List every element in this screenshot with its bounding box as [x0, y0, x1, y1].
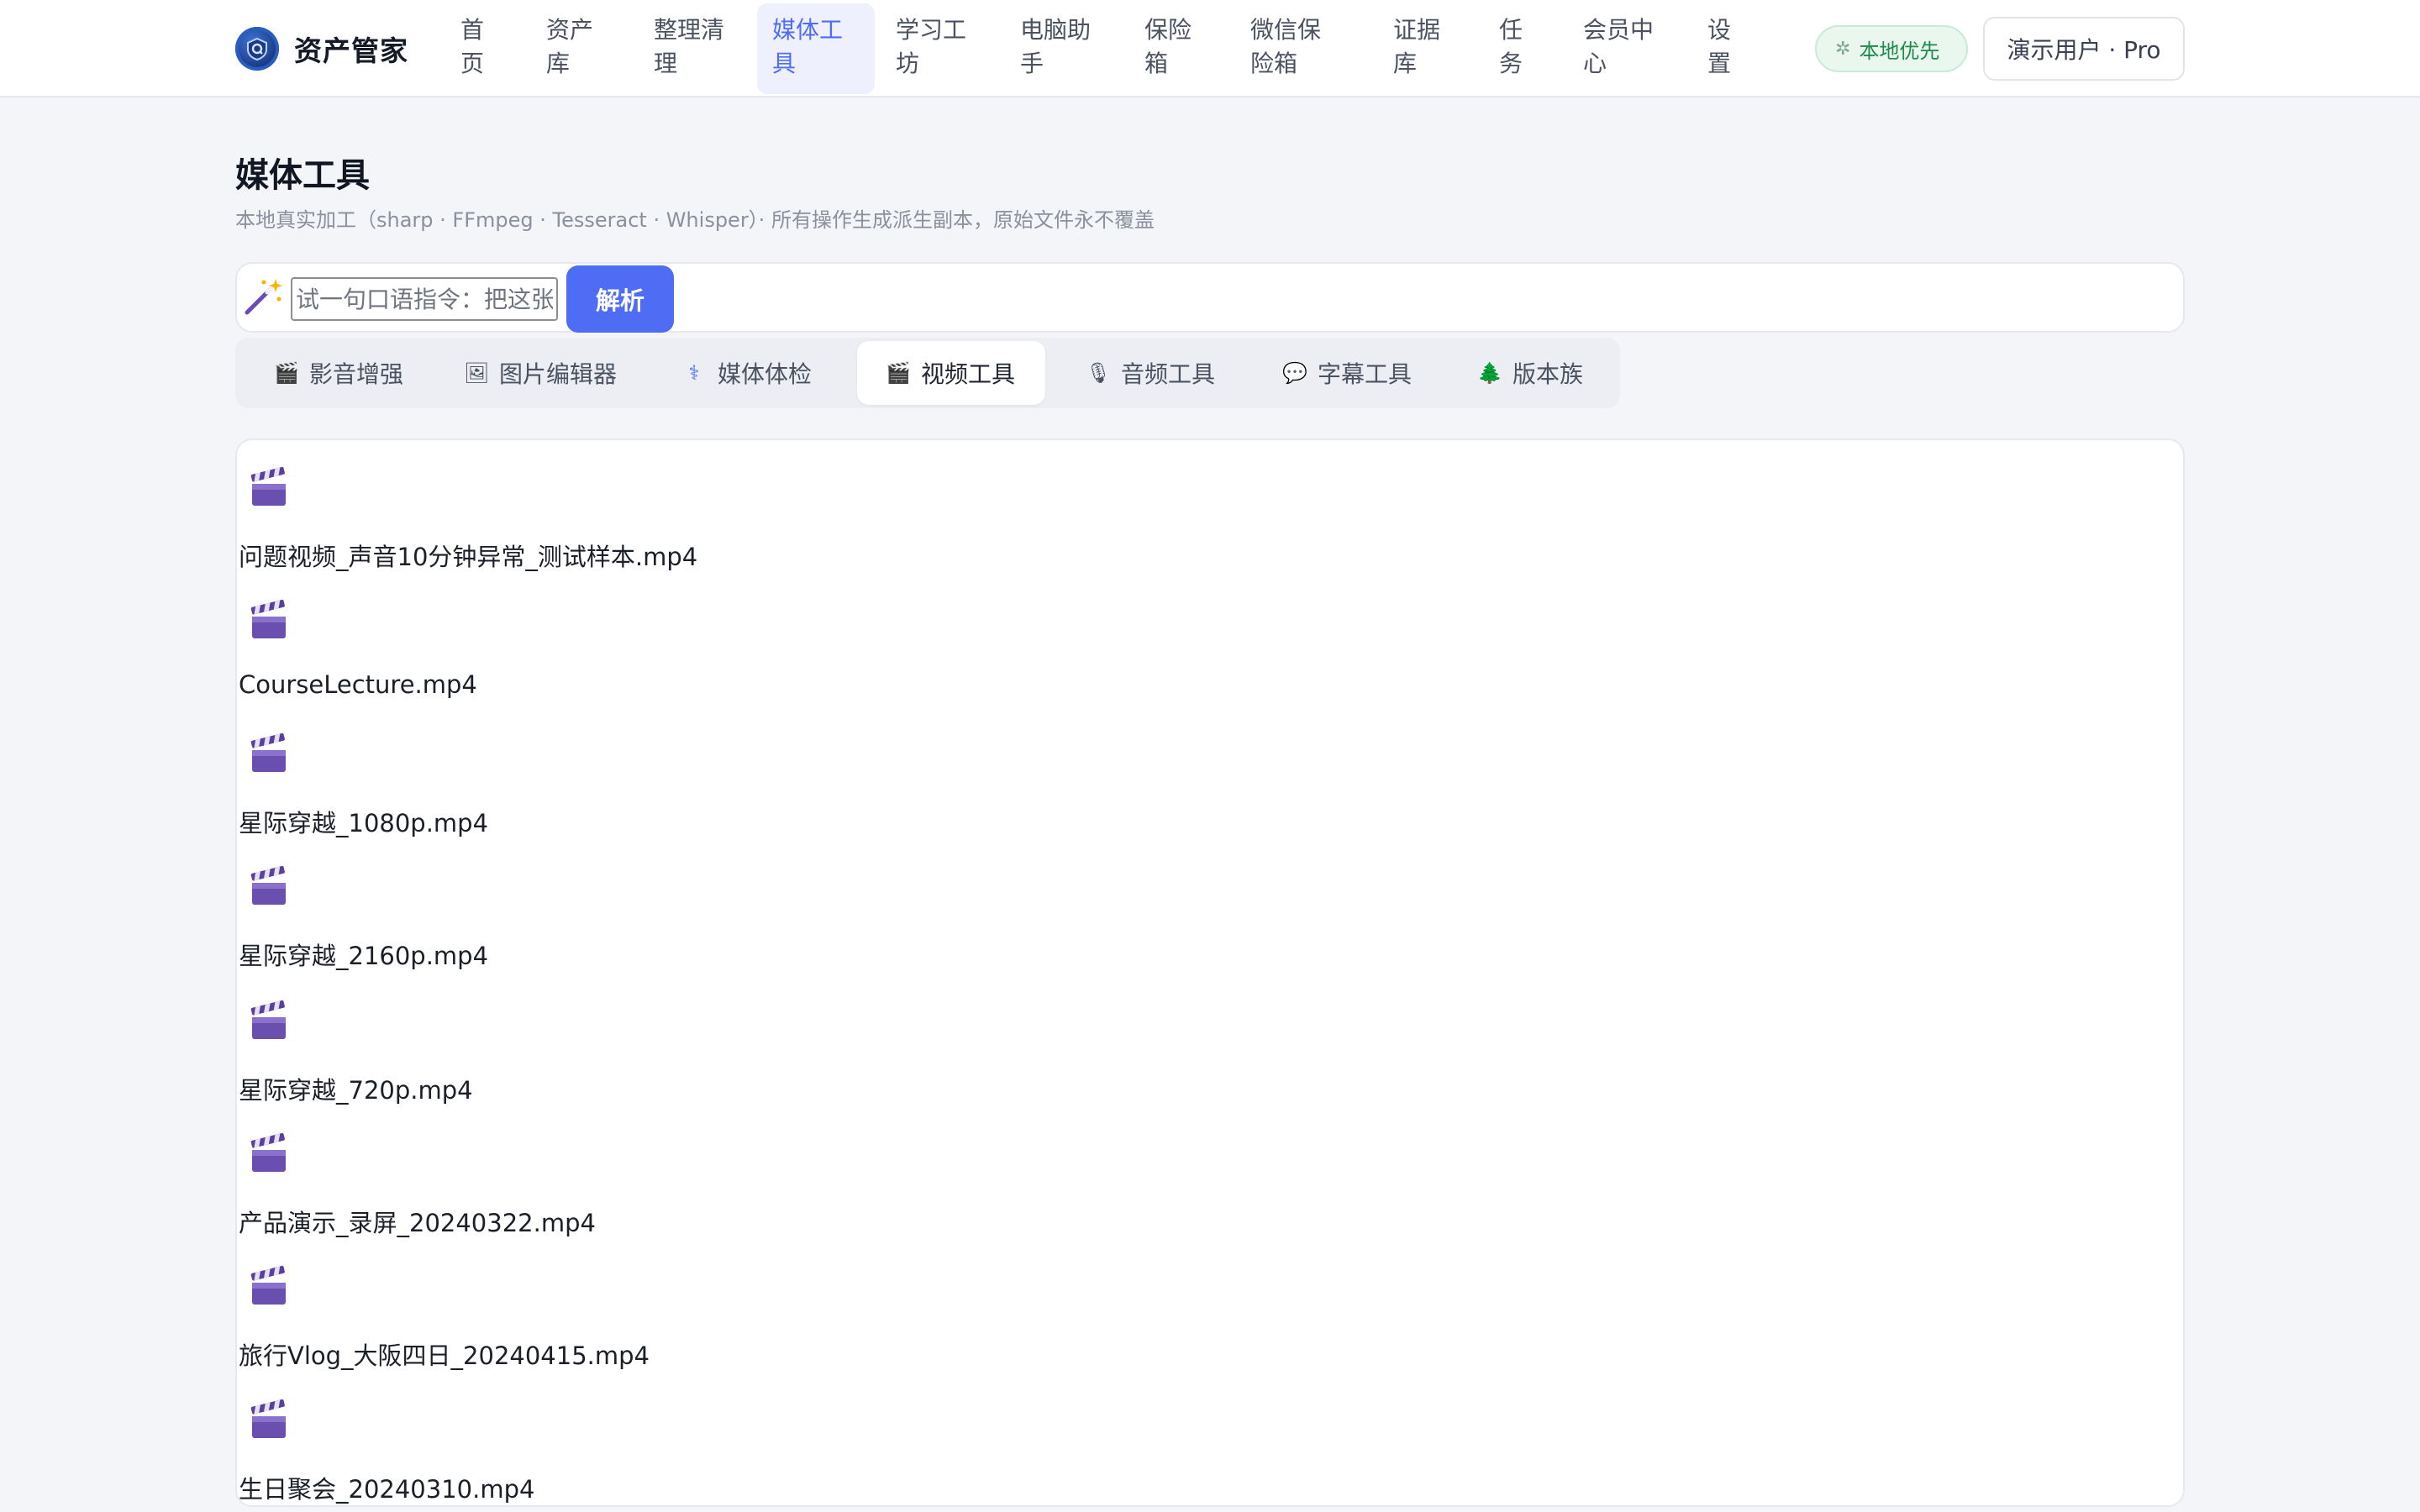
file-item[interactable]: 问题视频_声音10分钟异常_测试样本.mp4 — [237, 440, 1077, 573]
file-item[interactable]: 星际穿越_1080p.mp4 — [237, 706, 1077, 839]
file-name: 星际穿越_720p.mp4 — [239, 1076, 473, 1105]
file-name: 旅行Vlog_大阪四日_20240415.mp4 — [239, 1341, 650, 1370]
local-first-badge: ✲ 本地优先 — [1815, 25, 1968, 72]
nav-item-label: 资产 — [546, 16, 594, 44]
clapperboard-icon — [250, 599, 286, 638]
tab-label: 图片编辑器 — [499, 360, 618, 388]
tab-label: 影音增强 — [309, 360, 404, 388]
nav-item-label: 学习工 — [896, 16, 967, 44]
file-name: 星际穿越_2160p.mp4 — [239, 942, 489, 970]
clapperboard-icon — [250, 732, 286, 772]
magic-wand-icon — [245, 279, 282, 315]
command-bar: 解析 — [235, 262, 2185, 333]
nav-item-label: 务 — [1499, 50, 1523, 77]
tab-label: 版本族 — [1512, 360, 1584, 388]
clapperboard-icon — [250, 1399, 286, 1438]
gear-icon: ✲ — [1835, 38, 1851, 60]
brand[interactable]: 资产管家 — [235, 25, 408, 72]
nav-item-wechat-vault[interactable]: 微信保 险箱 — [1235, 3, 1336, 94]
picture-icon: 🖼 — [464, 361, 490, 385]
nav-item-pc-assistant[interactable]: 电脑助 手 — [1005, 3, 1106, 94]
stethoscope-icon: ⚕ — [688, 361, 700, 385]
file-name: 星际穿越_1080p.mp4 — [239, 809, 489, 837]
tab-video-tools[interactable]: 🎬 视频工具 — [857, 341, 1045, 405]
clapperboard-icon — [250, 1265, 286, 1305]
clapper-icon: 🎬 — [886, 361, 911, 385]
tab-label: 音频工具 — [1121, 360, 1216, 388]
top-navigation-bar: 资产管家 首 页 资产 库 整理清 理 媒体工 具 学习工 坊 电脑助 手 保险… — [0, 0, 2420, 97]
nav-item-vault[interactable]: 保险 箱 — [1129, 3, 1205, 94]
tab-label: 媒体体检 — [718, 360, 813, 388]
file-item[interactable]: 星际穿越_2160p.mp4 — [237, 839, 1077, 972]
nav-item-label: 设 — [1707, 16, 1732, 44]
file-name: CourseLecture.mp4 — [239, 670, 477, 699]
tab-label: 视频工具 — [921, 360, 1016, 388]
nav-item-evidence[interactable]: 证据 库 — [1378, 3, 1454, 94]
tab-av-enhance[interactable]: 🎬 影音增强 — [255, 341, 407, 405]
nav-item-asset-library[interactable]: 资产 库 — [531, 3, 605, 94]
file-name: 生日聚会_20240310.mp4 — [239, 1475, 535, 1504]
nav-item-label: 置 — [1707, 50, 1732, 77]
file-name: 产品演示_录屏_20240322.mp4 — [239, 1209, 596, 1237]
file-item[interactable]: 旅行Vlog_大阪四日_20240415.mp4 — [237, 1239, 1077, 1372]
nav-item-label: 保险 — [1144, 16, 1192, 44]
page-subtitle: 本地真实加工（sharp · FFmpeg · Tesseract · Whis… — [235, 208, 1155, 232]
nav-item-organize[interactable]: 整理清 理 — [639, 3, 739, 94]
tab-label: 字幕工具 — [1318, 360, 1413, 388]
tree-icon: 🌲 — [1477, 361, 1502, 385]
nav-item-label: 任 — [1499, 16, 1523, 44]
file-item[interactable]: 星际穿越_720p.mp4 — [237, 974, 1077, 1106]
nav-item-label: 首 — [460, 16, 485, 44]
nav-item-learning[interactable]: 学习工 坊 — [881, 3, 981, 94]
tab-audio-tools[interactable]: 🎙 音频工具 — [1067, 341, 1235, 405]
nav-item-label: 会员中 — [1583, 16, 1655, 44]
nav-item-label: 心 — [1583, 50, 1607, 77]
nav-item-label: 理 — [654, 50, 678, 77]
nav-item-label: 库 — [1393, 50, 1418, 77]
clapperboard-icon — [250, 466, 286, 506]
tab-image-editor[interactable]: 🖼 图片编辑器 — [445, 341, 630, 405]
parse-button[interactable]: 解析 — [566, 265, 674, 333]
nav-item-label: 手 — [1020, 50, 1044, 77]
video-file-list: 问题视频_声音10分钟异常_测试样本.mp4 CourseLecture.mp4… — [235, 438, 2185, 1507]
tab-subtitle-tools[interactable]: 💬 字幕工具 — [1264, 341, 1432, 405]
tab-version-family[interactable]: 🌲 版本族 — [1459, 341, 1602, 405]
nav-item-membership[interactable]: 会员中 心 — [1568, 3, 1669, 94]
clapperboard-icon — [250, 865, 286, 905]
nav-item-label: 页 — [460, 50, 485, 77]
nav-item-tasks[interactable]: 任 务 — [1484, 3, 1534, 94]
user-menu-button[interactable]: 演示用户 · Pro — [1983, 17, 2185, 81]
nav-item-settings[interactable]: 设 置 — [1692, 3, 1743, 94]
file-item[interactable]: 生日聚会_20240310.mp4 — [237, 1373, 1077, 1505]
page-title: 媒体工具 — [235, 156, 370, 195]
app-logo-icon — [235, 27, 279, 71]
clapper-icon: 🎬 — [274, 361, 299, 385]
nav-item-label: 电脑助 — [1020, 16, 1092, 44]
nav-item-label: 媒体工 — [772, 16, 844, 44]
tab-media-checkup[interactable]: ⚕ 媒体体检 — [664, 341, 823, 405]
nav-item-label: 整理清 — [654, 16, 725, 44]
nav-item-label: 箱 — [1144, 50, 1169, 77]
nav-item-label: 险箱 — [1250, 50, 1298, 77]
clapperboard-icon — [250, 1132, 286, 1172]
command-input[interactable] — [291, 277, 558, 321]
app-title: 资产管家 — [294, 34, 408, 67]
file-item[interactable]: 产品演示_录屏_20240322.mp4 — [237, 1106, 1077, 1239]
file-item[interactable]: CourseLecture.mp4 — [237, 573, 1077, 706]
media-tool-tabs: 🎬 影音增强 🖼 图片编辑器 ⚕ 媒体体检 🎬 视频工具 🎙 音频工具 💬 字幕… — [235, 338, 1620, 408]
clapperboard-icon — [250, 1000, 286, 1039]
nav-item-label: 库 — [546, 50, 571, 77]
nav-item-media-tools[interactable]: 媒体工 具 — [757, 3, 875, 94]
file-name: 问题视频_声音10分钟异常_测试样本.mp4 — [239, 543, 698, 571]
speech-bubble-icon: 💬 — [1282, 361, 1307, 385]
nav-item-label: 证据 — [1393, 16, 1441, 44]
microphone-icon: 🎙 — [1086, 361, 1112, 385]
local-first-label: 本地优先 — [1859, 39, 1940, 63]
nav-item-label: 具 — [772, 50, 797, 77]
nav-item-home[interactable]: 首 页 — [445, 3, 496, 94]
nav-item-label: 微信保 — [1250, 16, 1322, 44]
nav-item-label: 坊 — [896, 50, 920, 77]
